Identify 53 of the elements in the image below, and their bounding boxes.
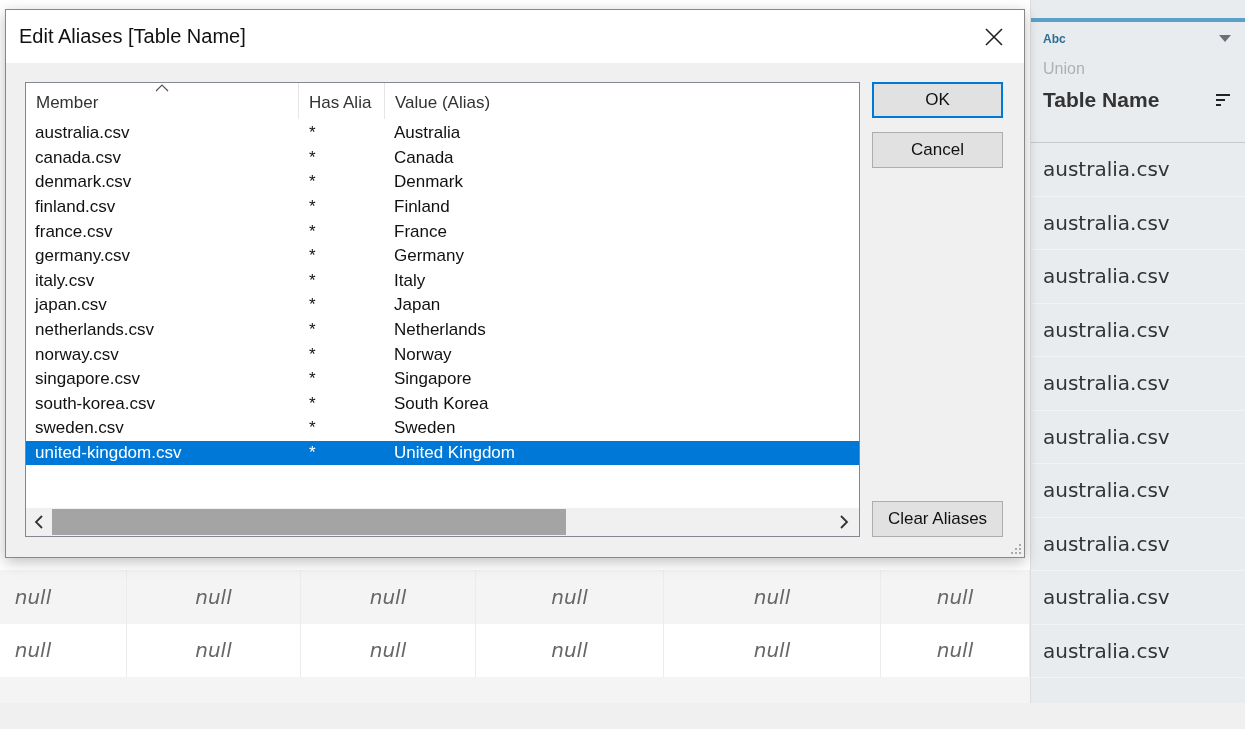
scrollbar-thumb[interactable] (52, 509, 566, 535)
list-row[interactable]: norway.csv * Norway (26, 342, 859, 367)
table-cell: null (14, 638, 52, 663)
list-row[interactable]: singapore.csv * Singapore (26, 366, 859, 392)
dialog-button[interactable]: OK (872, 82, 1003, 118)
table-cell: null (551, 584, 588, 609)
table-cell: australia.csv (1043, 317, 1170, 342)
column-header[interactable]: Member (26, 83, 299, 119)
table-cell: null (551, 638, 588, 663)
table-cell: australia.csv (1043, 478, 1170, 503)
list-row[interactable]: finland.csv * Finland (26, 194, 859, 220)
list-row[interactable]: japan.csv * Japan (26, 293, 859, 318)
table-cell: null (195, 584, 232, 609)
list-row[interactable]: netherlands.csv * Netherlands (26, 317, 859, 343)
table-cell: null (753, 584, 791, 609)
type-label: Abc (1043, 32, 1066, 46)
column-header[interactable]: Value (Alias) (385, 83, 859, 119)
list-row[interactable]: germany.csv * Germany (26, 243, 859, 269)
column-header[interactable]: Has Alia (299, 83, 385, 119)
list-row[interactable]: australia.csv * Australia (26, 121, 859, 146)
table-cell: australia.csv (1043, 531, 1170, 556)
list-row[interactable]: italy.csv * Italy (26, 268, 859, 294)
sort-caret-icon (155, 84, 169, 92)
dialog-button[interactable]: Cancel (872, 132, 1003, 168)
resize-grip-icon[interactable] (1010, 543, 1022, 555)
table-cell: null (14, 584, 52, 609)
clear-aliases-button[interactable]: Clear Aliases (872, 501, 1003, 537)
table-cell: australia.csv (1043, 157, 1170, 182)
close-icon[interactable] (984, 26, 1004, 47)
list-row[interactable]: canada.csv * Canada (26, 145, 859, 171)
list-row[interactable]: france.csv * France (26, 219, 859, 244)
list-row[interactable]: south-korea.csv * South Korea (26, 391, 859, 417)
list-row[interactable]: sweden.csv * Sweden (26, 416, 859, 441)
dialog-title: Edit Aliases [Table Name] (19, 25, 246, 48)
list-row[interactable]: denmark.csv * Denmark (26, 170, 859, 195)
sort-icon[interactable] (1215, 93, 1231, 107)
table-cell: null (753, 638, 791, 663)
table-cell: australia.csv (1043, 638, 1170, 663)
table-cell: null (369, 584, 407, 609)
table-cell: null (369, 638, 407, 663)
table-cell: null (936, 638, 974, 663)
table-cell: australia.csv (1043, 585, 1170, 610)
source-label: Union (1043, 60, 1086, 78)
list-row[interactable]: united-kingdom.csv * United Kingdom (26, 440, 859, 466)
table-cell: australia.csv (1043, 264, 1170, 289)
table-cell: australia.csv (1043, 371, 1170, 396)
table-cell: null (195, 638, 232, 663)
table-cell: australia.csv (1043, 210, 1170, 235)
table-cell: null (936, 584, 974, 609)
column-title: Table Name (1043, 88, 1160, 112)
dropdown-icon[interactable] (1219, 35, 1231, 43)
table-cell: australia.csv (1043, 424, 1170, 449)
horizontal-scrollbar[interactable] (26, 508, 859, 536)
